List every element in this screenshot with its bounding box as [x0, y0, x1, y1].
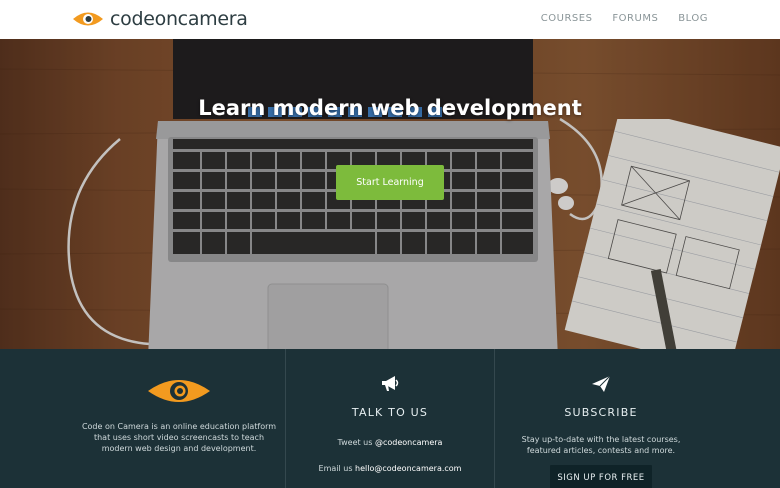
- hero-banner: Learn modern web development Start Learn…: [0, 39, 780, 349]
- nav-blog[interactable]: BLOG: [678, 13, 708, 24]
- talk-column: TALK TO US Tweet us @codeoncamera Email …: [285, 349, 495, 488]
- subscribe-column: SUBSCRIBE Stay up-to-date with the lates…: [496, 349, 706, 488]
- email-prefix: Email us: [318, 464, 353, 473]
- hero-title: Learn modern web development: [198, 96, 582, 120]
- about-column: Code on Camera is an online education pl…: [74, 349, 284, 488]
- eye-logo-icon: [148, 380, 210, 402]
- logo[interactable]: codeoncamera: [72, 8, 248, 30]
- about-text: Code on Camera is an online education pl…: [81, 422, 277, 453]
- megaphone-icon: [382, 376, 399, 391]
- site-footer: Code on Camera is an online education pl…: [0, 349, 780, 488]
- nav-forums[interactable]: FORUMS: [612, 13, 658, 24]
- nav-courses[interactable]: COURSES: [541, 13, 593, 24]
- twitter-link[interactable]: @codeoncamera: [375, 438, 442, 447]
- eye-logo-icon: [73, 12, 103, 26]
- tweet-prefix: Tweet us: [337, 438, 373, 447]
- start-learning-button[interactable]: Start Learning: [336, 165, 444, 200]
- sign-up-button[interactable]: SIGN UP FOR FREE: [550, 465, 652, 488]
- tweet-line: Tweet us @codeoncamera: [286, 438, 494, 447]
- email-line: Email us hello@codeoncamera.com: [286, 464, 494, 473]
- subscribe-heading: SUBSCRIBE: [564, 406, 638, 419]
- paper-plane-icon: [592, 375, 611, 392]
- email-link[interactable]: hello@codeoncamera.com: [355, 464, 461, 473]
- talk-heading: TALK TO US: [351, 406, 429, 419]
- main-nav: COURSES FORUMS BLOG: [521, 13, 708, 24]
- subscribe-text: Stay up-to-date with the latest courses,…: [521, 435, 681, 455]
- site-header: codeoncamera COURSES FORUMS BLOG: [0, 0, 780, 39]
- logo-text: codeoncamera: [110, 8, 248, 30]
